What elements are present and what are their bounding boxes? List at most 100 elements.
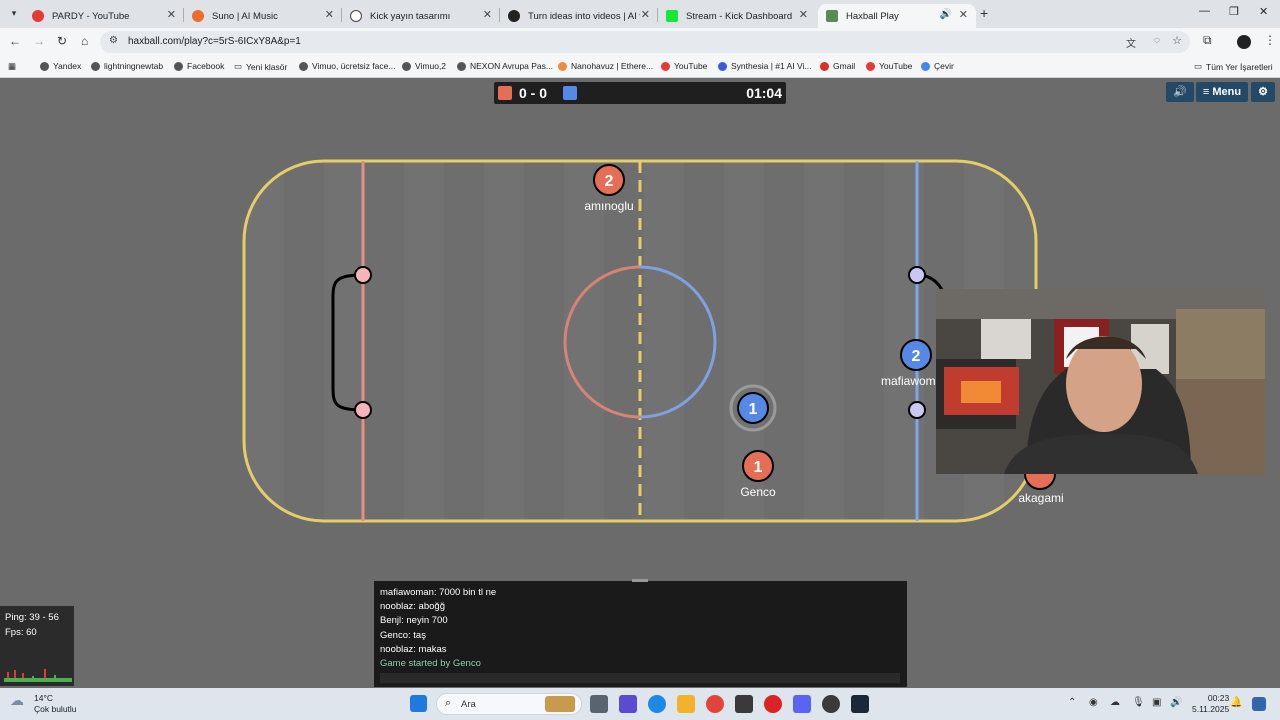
close-tab-icon[interactable]: ✕ (167, 8, 176, 21)
bookmark-item[interactable]: Yandex (40, 61, 81, 71)
bookmark-item[interactable]: Facebook (174, 61, 224, 71)
tab-haxball[interactable]: Haxball Play 🔊 ✕ (818, 4, 976, 28)
close-window-icon[interactable]: ✕ (1259, 5, 1268, 18)
red-team-badge (498, 86, 512, 100)
discord-icon[interactable] (793, 695, 811, 713)
haxball-game-area[interactable]: 2 amınoglu 2 mafiawoman 1 1 Genco akagam… (0, 79, 1280, 688)
game-timer: 01:04 (746, 85, 782, 101)
bookmark-item[interactable]: YouTube (661, 61, 707, 71)
microphone-icon[interactable]: 🎙 (1132, 697, 1145, 708)
blue-post (908, 266, 926, 284)
close-tab-icon[interactable]: ✕ (325, 8, 334, 21)
tab-kick-dashboard[interactable]: Stream - Kick Dashboard ✕ (658, 4, 816, 28)
menu-button[interactable]: ≡ Menu (1196, 82, 1248, 102)
player-number: 2 (912, 348, 921, 365)
opera-icon[interactable] (764, 695, 782, 713)
ping-text: Ping: 39 - 56 (5, 612, 59, 623)
bookmark-item[interactable]: Vimuo, ücretsiz face... (299, 61, 395, 71)
chat-panel: mafiawoman: 7000 bin tl ne nooblaz: aboğ… (374, 579, 907, 687)
omnibox[interactable]: ⚙ haxball.com/play?c=5rS-6ICxY8A&p=1 文 ◌… (100, 31, 1190, 53)
network-icon[interactable]: ▣ (1152, 697, 1161, 708)
apps-grid-icon[interactable]: ▦ (8, 61, 16, 72)
close-tab-icon[interactable]: ✕ (799, 8, 808, 21)
chevron-up-icon[interactable]: ⌃ (1068, 697, 1076, 708)
profile-avatar[interactable] (1237, 35, 1251, 49)
settings-button[interactable]: ⚙ (1251, 82, 1275, 102)
file-explorer-icon[interactable] (677, 695, 695, 713)
network-stats: Ping: 39 - 56 Fps: 60 (0, 606, 74, 686)
volume-icon[interactable]: 🔊 (1170, 697, 1182, 708)
performance-graph (4, 669, 72, 682)
close-tab-icon[interactable]: ✕ (959, 8, 968, 21)
player-name: amınoglu (584, 199, 633, 213)
forward-icon[interactable]: → (33, 34, 45, 48)
player-number: 1 (749, 401, 758, 418)
bookmark-item[interactable]: NEXON Avrupa Pas... (457, 61, 553, 71)
tray-app-icon[interactable]: ◉ (1089, 697, 1098, 708)
bookmark-item[interactable]: Nanohavuz | Ethere... (558, 61, 653, 71)
windows-taskbar: ☁ 14°C Çok bulutlu ⌕ Ara ⌃ ◉ ☁ 🎙 ▣ 🔊 00:… (0, 688, 1280, 720)
youtube-icon (32, 10, 44, 22)
steam-icon[interactable] (851, 695, 869, 713)
tab-bar: ▾ PARDY - YouTube ✕ Suno | AI Music ✕ Ki… (0, 0, 1280, 28)
star-icon[interactable]: ☆ (1172, 34, 1182, 47)
minimize-icon[interactable]: — (1199, 5, 1210, 17)
bookmark-folder[interactable]: ▭ Yeni klasör (234, 61, 287, 72)
reload-icon[interactable]: ↻ (57, 34, 67, 48)
app-icon[interactable] (822, 695, 840, 713)
url-text[interactable]: haxball.com/play?c=5rS-6ICxY8A&p=1 (128, 36, 301, 47)
home-icon[interactable]: ⌂ (81, 34, 88, 48)
chat-message: Genco: taş (380, 629, 426, 641)
system-clock[interactable]: 00:23 5.11.2025 (1192, 693, 1229, 715)
player-number: 1 (754, 459, 763, 476)
chat-input[interactable] (380, 673, 900, 683)
taskbar-search[interactable]: ⌕ Ara (436, 693, 582, 715)
close-tab-icon[interactable]: ✕ (483, 8, 492, 21)
edge-icon[interactable] (648, 695, 666, 713)
notification-bell-icon[interactable]: 🔔 (1230, 697, 1242, 708)
chrome-icon[interactable] (706, 695, 724, 713)
tab-search-dropdown[interactable]: ▾ (6, 5, 22, 21)
all-bookmarks-folder[interactable]: ▭ Tüm Yer İşaretleri (1194, 61, 1273, 72)
cloud-tray-icon[interactable]: ☁ (1110, 697, 1120, 708)
sound-button[interactable]: 🔊 (1166, 82, 1194, 102)
red-post (354, 401, 372, 419)
tab-pardy-youtube[interactable]: PARDY - YouTube ✕ (24, 4, 184, 28)
folder-icon: ▭ (1194, 61, 1203, 71)
bookmark-item[interactable]: lightningnewtab (91, 61, 163, 71)
windows-start-icon[interactable] (410, 695, 427, 712)
site-info-icon[interactable]: ⚙ (109, 35, 118, 46)
restore-icon[interactable]: ❐ (1229, 5, 1239, 18)
translate-icon[interactable]: 文 (1126, 35, 1136, 50)
new-tab-button[interactable]: + (980, 5, 988, 21)
chat-message: nooblaz: aboğğ (380, 601, 445, 613)
ai-video-icon (508, 10, 520, 22)
tab-suno[interactable]: Suno | AI Music ✕ (184, 4, 342, 28)
player-name: Genco (740, 485, 776, 499)
webcam-overlay (936, 289, 1265, 474)
bookmark-item[interactable]: Çevir (921, 61, 954, 71)
bookmark-item[interactable]: YouTube (866, 61, 912, 71)
back-icon[interactable]: ← (9, 34, 21, 48)
tab-kick-yayin[interactable]: Kick yayın tasarımı ✕ (342, 4, 500, 28)
kick-icon (666, 10, 678, 22)
task-view-icon[interactable] (590, 695, 608, 713)
weather-widget[interactable]: ☁ 14°C Çok bulutlu (10, 693, 77, 715)
blue-post (908, 401, 926, 419)
close-tab-icon[interactable]: ✕ (641, 8, 650, 21)
bookmark-item[interactable]: Vimuo,2 (402, 61, 446, 71)
bookmark-item[interactable]: Synthesia | #1 AI Vi... (718, 61, 812, 71)
search-highlight-icon (545, 696, 575, 712)
extensions-icon[interactable]: ⧉ (1203, 33, 1212, 48)
store-icon[interactable] (735, 695, 753, 713)
copilot-tray-icon[interactable] (1252, 697, 1266, 711)
bookmark-item[interactable]: Gmail (820, 61, 855, 71)
copilot-icon[interactable] (619, 695, 637, 713)
menu-dots-icon[interactable]: ⋮ (1264, 33, 1276, 47)
speaker-icon[interactable]: 🔊 (940, 9, 952, 20)
tab-ai-video[interactable]: Turn ideas into videos | AI video ✕ (500, 4, 658, 28)
chat-resize-handle[interactable] (632, 579, 648, 582)
search-icon: ⌕ (445, 697, 452, 709)
eye-off-icon[interactable]: ◌ (1154, 35, 1160, 46)
address-row: ← → ↻ ⌂ ⚙ haxball.com/play?c=5rS-6ICxY8A… (0, 28, 1280, 56)
